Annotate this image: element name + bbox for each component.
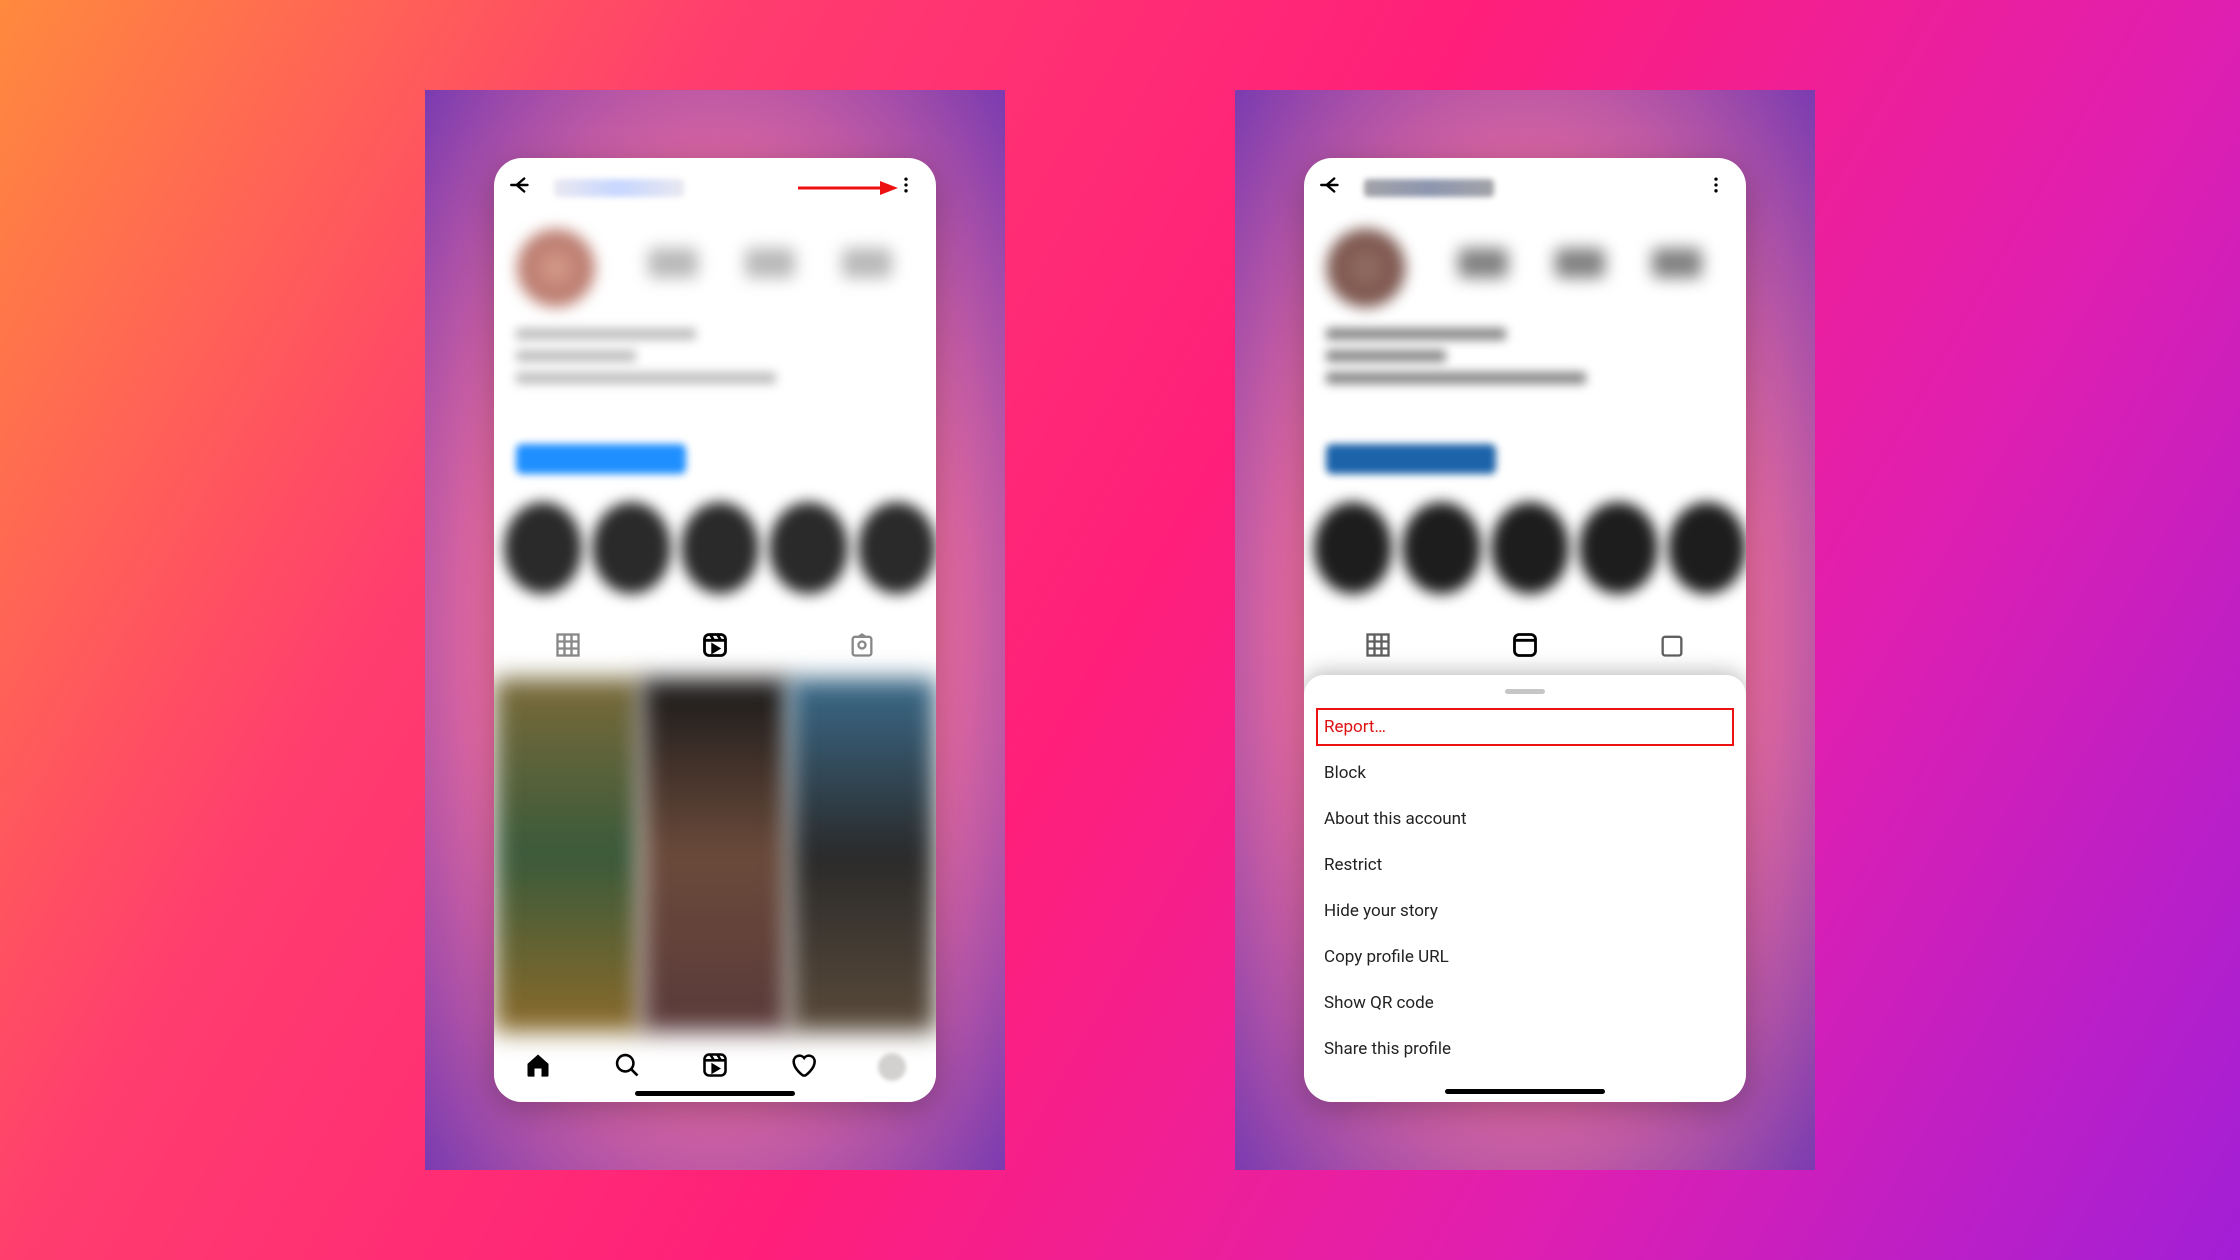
- menu-item-hide-story[interactable]: Hide your story: [1304, 888, 1746, 934]
- reels-tab-icon[interactable]: [701, 631, 729, 663]
- sheet-drag-handle[interactable]: [1505, 689, 1545, 694]
- stats-blurred: [624, 248, 916, 288]
- home-indicator: [1445, 1089, 1605, 1094]
- profile-topbar: [494, 158, 936, 218]
- follow-button-blurred: [516, 444, 686, 474]
- grid-tab-icon[interactable]: [554, 631, 582, 663]
- menu-item-copy-url[interactable]: Copy profile URL: [1304, 934, 1746, 980]
- options-bottom-sheet: Report… Block About this account Restric…: [1304, 675, 1746, 1102]
- back-button[interactable]: [1318, 172, 1344, 205]
- profile-topbar-dimmed: [1304, 158, 1746, 218]
- home-icon[interactable]: [524, 1051, 552, 1083]
- home-indicator: [635, 1091, 795, 1096]
- avatar-blurred: [516, 228, 596, 308]
- story-highlights-blurred: [504, 502, 936, 612]
- username-blurred: [1364, 179, 1494, 197]
- tagged-tab-icon[interactable]: [848, 631, 876, 663]
- phone-frame-right: Report… Block About this account Restric…: [1304, 158, 1746, 1102]
- menu-item-report[interactable]: Report…: [1312, 704, 1738, 750]
- menu-item-block[interactable]: Block: [1304, 750, 1746, 796]
- reels-nav-icon[interactable]: [701, 1051, 729, 1083]
- menu-item-restrict[interactable]: Restrict: [1304, 842, 1746, 888]
- search-icon[interactable]: [613, 1051, 641, 1083]
- bio-blurred: [516, 328, 776, 394]
- menu-item-about-account[interactable]: About this account: [1304, 796, 1746, 842]
- back-button[interactable]: [508, 172, 534, 205]
- menu-item-share-profile[interactable]: Share this profile: [1304, 1026, 1746, 1072]
- menu-item-show-qr[interactable]: Show QR code: [1304, 980, 1746, 1026]
- annotation-arrow: [798, 176, 898, 200]
- profile-tabs: [494, 622, 936, 672]
- username-blurred: [554, 179, 684, 197]
- activity-heart-icon[interactable]: [789, 1051, 817, 1083]
- phone-frame-left: [494, 158, 936, 1102]
- tutorial-step-1-panel: [425, 90, 1005, 1170]
- tutorial-step-2-panel: Report… Block About this account Restric…: [1235, 90, 1815, 1170]
- more-options-button[interactable]: [1700, 171, 1732, 205]
- posts-grid-blurred: [494, 678, 936, 1032]
- profile-nav-icon[interactable]: [878, 1053, 906, 1081]
- more-options-button[interactable]: [890, 171, 922, 205]
- profile-body: [494, 218, 936, 1032]
